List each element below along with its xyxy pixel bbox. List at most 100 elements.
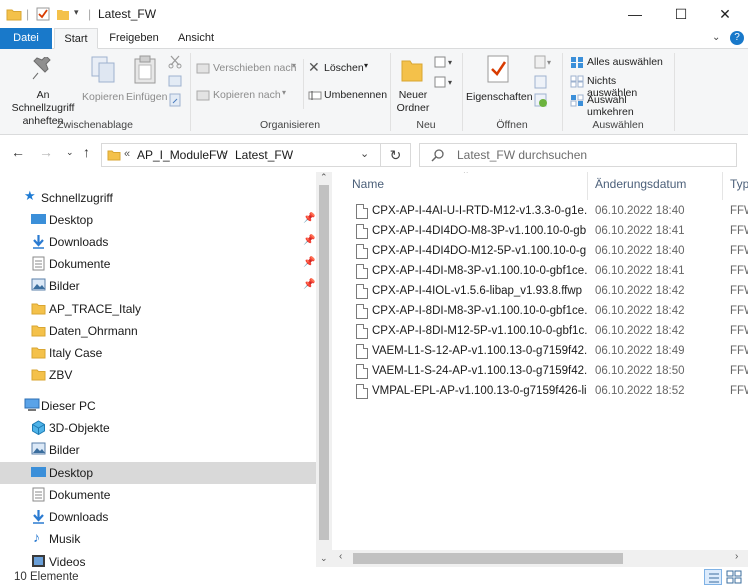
- file-list: ⌃ Name Änderungsdatum Typ CPX-AP-I-4AI-U…: [340, 172, 748, 567]
- scroll-up-arrow-icon[interactable]: ⌃: [320, 172, 328, 183]
- copy-button[interactable]: Kopieren: [82, 53, 124, 115]
- column-header-name[interactable]: Name: [352, 177, 384, 191]
- nav-quick-access[interactable]: ★ Schnellzugriff: [0, 187, 316, 209]
- horizontal-scrollbar-thumb[interactable]: [353, 553, 623, 564]
- cut-icon[interactable]: [168, 55, 182, 69]
- scroll-left-arrow-icon[interactable]: ‹: [339, 551, 342, 562]
- nav-quick-item-daten-ohrmann[interactable]: Daten_Ohrmann: [0, 320, 316, 342]
- scroll-down-arrow-icon[interactable]: ⌄: [320, 553, 328, 564]
- scroll-right-arrow-icon[interactable]: ›: [735, 551, 738, 562]
- pin-icon[interactable]: 📌: [303, 213, 315, 224]
- tab-file[interactable]: Datei: [0, 28, 52, 49]
- properties-button[interactable]: Eigenschaften: [466, 53, 533, 105]
- nav-scrollbar-thumb[interactable]: [319, 185, 329, 540]
- nav-pc-item-music[interactable]: ♪ Musik: [0, 528, 316, 550]
- expand-ribbon-icon[interactable]: ⌄: [712, 32, 720, 43]
- nav-this-pc[interactable]: Dieser PC: [0, 395, 316, 417]
- file-row[interactable]: CPX-AP-I-4IOL-v1.5.6-libap_v1.93.8.ffwp …: [350, 282, 748, 302]
- history-icon[interactable]: [534, 93, 548, 107]
- delete-button[interactable]: ✕ Löschen ▾: [308, 59, 374, 77]
- pin-quick-access-button[interactable]: An Schnellzugriff anheften: [4, 53, 80, 127]
- forward-arrow-icon[interactable]: →: [39, 144, 53, 160]
- pin-icon[interactable]: 📌: [303, 235, 315, 246]
- nav-pc-item-downloads[interactable]: Downloads: [0, 506, 316, 528]
- file-row[interactable]: VAEM-L1-S-12-AP-v1.100.13-0-g7159f42... …: [350, 342, 748, 362]
- file-row[interactable]: CPX-AP-I-4DI4DO-M8-3P-v1.100.10-0-gb... …: [350, 222, 748, 242]
- details-view-icon[interactable]: [704, 569, 722, 585]
- nav-quick-item-desktop[interactable]: Desktop 📌: [0, 209, 316, 231]
- invert-selection-button[interactable]: Auswahl umkehren: [568, 93, 668, 118]
- easy-access-icon[interactable]: ▾: [434, 75, 456, 89]
- nav-quick-item-downloads[interactable]: Downloads 📌: [0, 231, 316, 253]
- tab-view[interactable]: Ansicht: [170, 28, 222, 49]
- star-icon: ★: [24, 188, 36, 203]
- minimize-button[interactable]: —: [612, 0, 658, 28]
- select-all-button[interactable]: Alles auswählen: [568, 55, 668, 71]
- new-folder-icon: [401, 60, 423, 82]
- file-row[interactable]: CPX-AP-I-4DI4DO-M12-5P-v1.100.10-0-g... …: [350, 242, 748, 262]
- new-folder-label: Neuer Ordner: [396, 89, 430, 114]
- nav-quick-item-documents[interactable]: Dokumente 📌: [0, 253, 316, 275]
- properties-checkmark-icon[interactable]: [36, 7, 50, 21]
- column-separator[interactable]: [587, 172, 588, 200]
- nav-label: Dokumente: [49, 488, 111, 502]
- search-input[interactable]: Latest_FW durchsuchen: [419, 143, 737, 167]
- tab-share[interactable]: Freigeben: [104, 28, 164, 49]
- open-icon[interactable]: ▾: [534, 55, 554, 69]
- file-row[interactable]: CPX-AP-I-4DI-M8-3P-v1.100.10-0-gbf1ce...…: [350, 262, 748, 282]
- file-name: CPX-AP-I-8DI-M12-5P-v1.100.10-0-gbf1c...: [372, 325, 587, 337]
- new-folder-icon[interactable]: [56, 7, 70, 21]
- refresh-button[interactable]: ↻: [381, 143, 411, 167]
- breadcrumb-chevron-icon[interactable]: ›: [223, 147, 227, 161]
- file-row[interactable]: CPX-AP-I-8DI-M8-3P-v1.100.10-0-gbf1ce...…: [350, 302, 748, 322]
- large-icons-view-icon[interactable]: [726, 570, 742, 584]
- separator: |: [26, 7, 30, 21]
- nav-pc-item-pictures[interactable]: Bilder: [0, 439, 316, 461]
- nav-quick-item-ap-trace-italy[interactable]: AP_TRACE_Italy: [0, 298, 316, 320]
- file-row[interactable]: VAEM-L1-S-24-AP-v1.100.13-0-g7159f42... …: [350, 362, 748, 382]
- breadcrumb-overflow[interactable]: «: [124, 148, 130, 160]
- nav-quick-item-zbv[interactable]: ZBV: [0, 364, 316, 386]
- help-icon[interactable]: ?: [730, 31, 744, 45]
- column-header-date[interactable]: Änderungsdatum: [595, 177, 686, 191]
- nav-pc-item-documents[interactable]: Dokumente: [0, 484, 316, 506]
- recent-locations-chevron-icon[interactable]: ⌄: [66, 147, 74, 158]
- nav-quick-item-pictures[interactable]: Bilder 📌: [0, 275, 316, 297]
- nav-pc-item-3d-objects[interactable]: 3D-Objekte: [0, 417, 316, 439]
- new-folder-button[interactable]: Neuer Ordner: [394, 53, 432, 115]
- file-icon: [356, 384, 368, 399]
- nav-pc-item-desktop[interactable]: Desktop: [0, 462, 316, 484]
- file-row[interactable]: VMPAL-EPL-AP-v1.100.13-0-g7159f426-li...…: [350, 382, 748, 402]
- file-row[interactable]: CPX-AP-I-8DI-M12-5P-v1.100.10-0-gbf1c...…: [350, 322, 748, 342]
- pin-icon[interactable]: 📌: [303, 279, 315, 290]
- tab-start[interactable]: Start: [54, 28, 98, 49]
- copy-path-icon[interactable]: [168, 75, 182, 87]
- new-item-icon[interactable]: ▾: [434, 55, 456, 69]
- maximize-button[interactable]: ☐: [658, 0, 704, 28]
- file-row[interactable]: CPX-AP-I-4AI-U-I-RTD-M12-v1.3.3-0-g1e...…: [350, 202, 748, 222]
- column-separator[interactable]: [722, 172, 723, 200]
- breadcrumb-latest-fw[interactable]: Latest_FW: [235, 148, 293, 162]
- paste-button[interactable]: Einfügen: [126, 53, 167, 115]
- address-bar[interactable]: « AP_I_ModuleFW › Latest_FW ⌄: [101, 143, 381, 167]
- pin-icon[interactable]: 📌: [303, 257, 315, 268]
- move-to-button[interactable]: Verschieben nach ▾: [196, 61, 300, 77]
- paste-shortcut-icon[interactable]: [168, 93, 182, 107]
- column-header-type[interactable]: Typ: [730, 177, 748, 191]
- file-date: 06.10.2022 18:40: [595, 245, 685, 257]
- desktop-icon: [31, 467, 46, 477]
- file-type: FFW: [730, 285, 748, 297]
- breadcrumb-ap-i-modulefw[interactable]: AP_I_ModuleFW: [137, 148, 228, 162]
- up-arrow-icon[interactable]: ↑: [83, 144, 90, 160]
- customize-quick-access-icon[interactable]: ▾: [74, 7, 79, 18]
- close-button[interactable]: ✕: [702, 0, 748, 28]
- back-arrow-icon[interactable]: ←: [11, 144, 25, 160]
- copy-to-button[interactable]: Kopieren nach ▾: [196, 88, 290, 104]
- edit-icon[interactable]: [534, 75, 548, 89]
- address-history-chevron-icon[interactable]: ⌄: [360, 147, 369, 160]
- file-type: FFW: [730, 385, 748, 397]
- rename-button[interactable]: Umbenennen: [308, 88, 388, 104]
- select-none-button[interactable]: Nichts auswählen: [568, 74, 668, 99]
- nav-pc-item-videos[interactable]: Videos: [0, 551, 316, 567]
- nav-quick-item-italy-case[interactable]: Italy Case: [0, 342, 316, 364]
